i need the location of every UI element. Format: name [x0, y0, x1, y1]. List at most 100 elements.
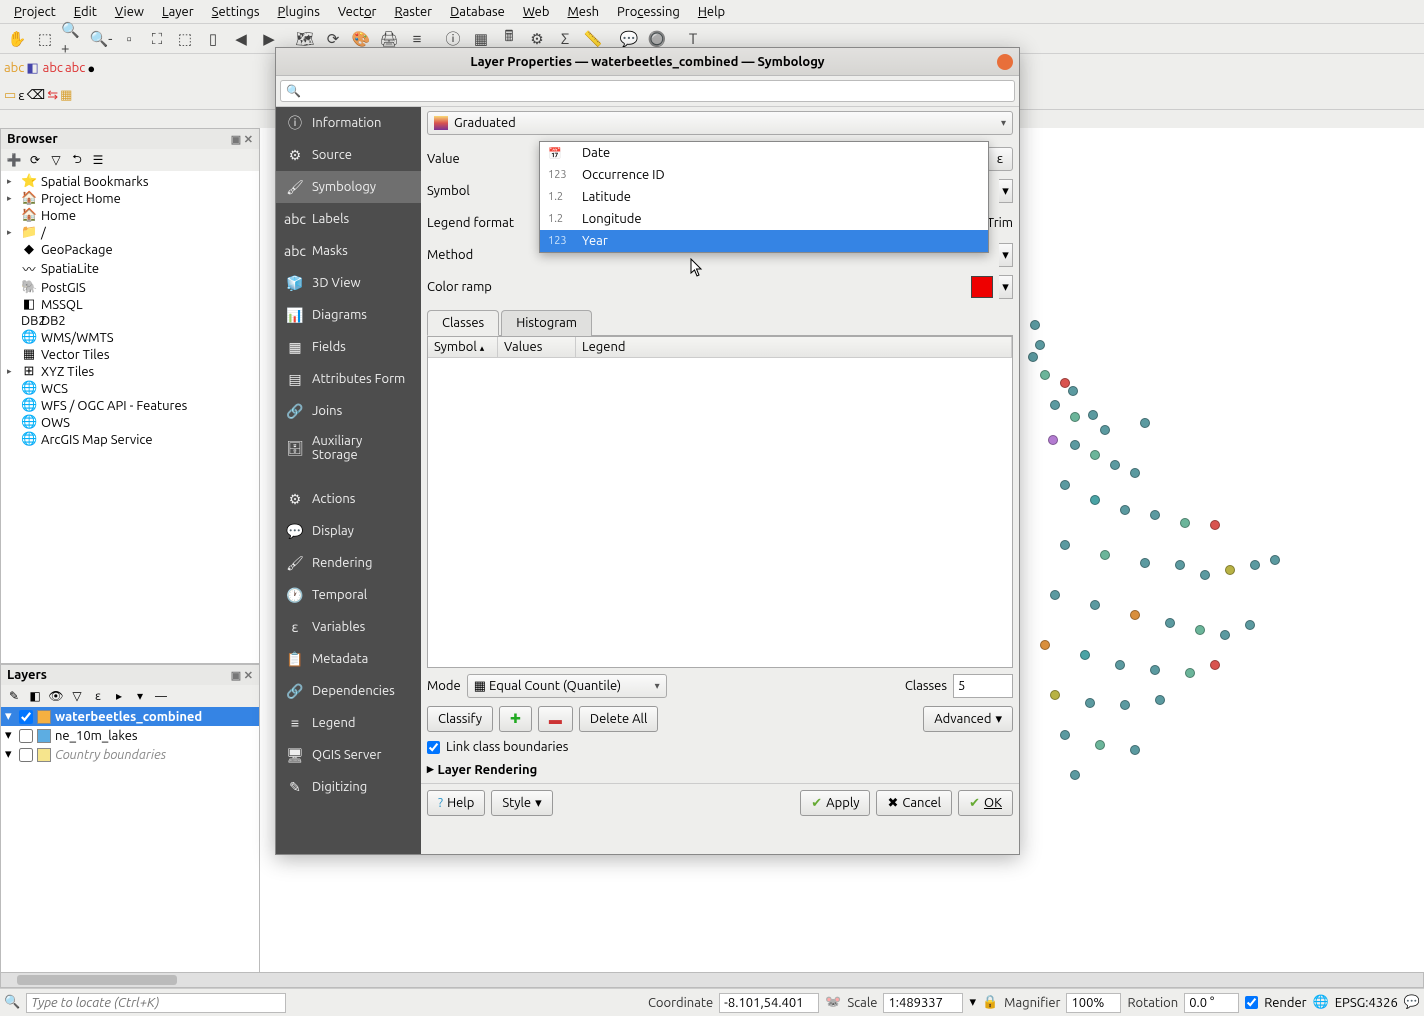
collapse-all-icon[interactable]: ▾ [131, 687, 149, 705]
zoom-full-tool[interactable]: ⛶ [144, 26, 170, 52]
crs-icon[interactable]: 🌐 [1313, 995, 1329, 1010]
classes-table[interactable]: Symbol ▴ Values Legend [427, 336, 1013, 668]
menu-database[interactable]: Database [442, 2, 513, 22]
nav-labels[interactable]: abcLabels [276, 203, 421, 235]
menu-plugins[interactable]: Plugins [270, 2, 328, 22]
add-layer-icon[interactable]: ➕ [5, 151, 23, 169]
dropdown-item[interactable]: 1.2Longitude [540, 208, 988, 230]
extents-icon[interactable]: 🐭 [825, 995, 841, 1010]
nav-information[interactable]: ⓘInformation [276, 107, 421, 139]
nav-qgis-server[interactable]: 🖥QGIS Server [276, 739, 421, 771]
browser-tree[interactable]: ▸⭐Spatial Bookmarks▸🏠Project Home 🏠Home▸… [1, 171, 259, 663]
tree-item[interactable]: ▸🏠Project Home [1, 190, 259, 207]
layer-row[interactable]: ▾ne_10m_lakes [1, 726, 259, 745]
tree-item[interactable]: 🌐WFS / OGC API - Features [1, 397, 259, 414]
pin-label-tool[interactable]: abc [65, 61, 85, 75]
lock-icon[interactable]: 🔒 [982, 995, 998, 1010]
classify-button[interactable]: Classify [427, 706, 493, 732]
dialog-close-icon[interactable] [997, 54, 1013, 70]
menu-settings[interactable]: Settings [204, 2, 268, 22]
add-class-button[interactable]: ✚ [499, 706, 532, 732]
help-button[interactable]: ?Help [427, 790, 485, 816]
label-tool[interactable]: abc [4, 61, 24, 75]
nav-3d-view[interactable]: 🧊3D View [276, 267, 421, 299]
nav-actions[interactable]: ⚙Actions [276, 483, 421, 515]
symbol-caret[interactable]: ▾ [999, 179, 1013, 203]
zoom-layer-tool[interactable]: ▯ [200, 26, 226, 52]
nav-dependencies[interactable]: 🔗Dependencies [276, 675, 421, 707]
nav-digitizing[interactable]: ✎Digitizing [276, 771, 421, 803]
select-rect-tool[interactable]: ▭ [4, 88, 16, 103]
nav-legend[interactable]: ≡Legend [276, 707, 421, 739]
dropdown-item[interactable]: 123Occurrence ID [540, 164, 988, 186]
expand-icon[interactable]: ▸ [110, 687, 128, 705]
render-check[interactable]: Render [1245, 996, 1306, 1010]
tree-item[interactable]: 🌐OWS [1, 414, 259, 431]
link-boundaries-check[interactable]: Link class boundaries [427, 740, 1013, 754]
style-button[interactable]: Style ▾ [491, 790, 552, 816]
layer-row[interactable]: ▾waterbeetles_combined [1, 707, 259, 726]
th-legend[interactable]: Legend [576, 337, 1012, 357]
menu-vector[interactable]: Vector [330, 2, 385, 22]
menu-edit[interactable]: Edit [66, 2, 105, 22]
nav-auxiliary-storage[interactable]: 🗄Auxiliary Storage [276, 427, 421, 469]
mode-combo[interactable]: ▦ Equal Count (Quantile) ▾ [467, 674, 667, 698]
expression-button[interactable]: ε [987, 147, 1013, 171]
scale-caret-icon[interactable]: ▾ [969, 995, 976, 1010]
remove-layer-icon[interactable]: — [152, 687, 170, 705]
tree-item[interactable]: 🏠Home [1, 207, 259, 224]
method-caret[interactable]: ▾ [999, 243, 1013, 267]
cancel-button[interactable]: ✖Cancel [876, 790, 952, 816]
add-group-icon[interactable]: ◧ [26, 687, 44, 705]
collapse-icon[interactable]: ⮌ [68, 151, 86, 169]
refresh-icon[interactable]: ⟳ [26, 151, 44, 169]
zoom-in-tool[interactable]: 🔍+ [60, 26, 86, 52]
dialog-search-input[interactable] [280, 80, 1015, 102]
invert-select-tool[interactable]: ⇆ [47, 88, 58, 103]
tree-item[interactable]: ▸⊞XYZ Tiles [1, 363, 259, 380]
menu-help[interactable]: Help [690, 2, 733, 22]
menu-view[interactable]: View [107, 2, 152, 22]
tab-classes[interactable]: Classes [427, 310, 499, 336]
nav-fields[interactable]: ▦Fields [276, 331, 421, 363]
tree-item[interactable]: ▸📁/ [1, 224, 259, 241]
epsg-label[interactable]: EPSG:4326 [1335, 996, 1398, 1010]
highlight-tool[interactable]: abc [43, 61, 63, 75]
style-icon[interactable]: ✎ [5, 687, 23, 705]
dialog-nav[interactable]: ⓘInformation⚙Source🖌SymbologyabcLabelsab… [276, 107, 421, 854]
tree-item[interactable]: ◆GeoPackage [1, 241, 259, 258]
hide-label-tool[interactable]: ● [87, 61, 95, 76]
advanced-button[interactable]: Advanced ▾ [923, 706, 1013, 732]
tree-item[interactable]: 🐘PostGIS [1, 279, 259, 296]
diagram-tool[interactable]: ◧ [26, 61, 38, 76]
nav-source[interactable]: ⚙Source [276, 139, 421, 171]
pan-tool[interactable]: ✋ [4, 26, 30, 52]
apply-button[interactable]: ✔Apply [800, 790, 870, 816]
coord-input[interactable] [719, 993, 819, 1013]
delete-all-button[interactable]: Delete All [579, 706, 658, 732]
remove-class-button[interactable]: ▬ [538, 706, 573, 732]
layer-row[interactable]: ▾Country boundaries [1, 745, 259, 764]
th-values[interactable]: Values [498, 337, 576, 357]
nav-temporal[interactable]: 🕐Temporal [276, 579, 421, 611]
dropdown-item[interactable]: 123Year [540, 230, 988, 252]
tree-item[interactable]: 〰SpatiaLite [1, 258, 259, 279]
nav-symbology[interactable]: 🖌Symbology [276, 171, 421, 203]
filter-icon[interactable]: ▽ [47, 151, 65, 169]
nav-attributes-form[interactable]: ▤Attributes Form [276, 363, 421, 395]
nav-joins[interactable]: 🔗Joins [276, 395, 421, 427]
select-all-tool[interactable]: ▦ [60, 88, 72, 103]
visibility-icon[interactable]: 👁 [47, 687, 65, 705]
nav-diagrams[interactable]: 📊Diagrams [276, 299, 421, 331]
th-symbol[interactable]: Symbol [434, 340, 477, 354]
menu-raster[interactable]: Raster [386, 2, 440, 22]
ramp-caret[interactable]: ▾ [999, 275, 1013, 299]
tree-item[interactable]: ▦Vector Tiles [1, 346, 259, 363]
h-scrollbar[interactable] [0, 972, 1424, 988]
menu-web[interactable]: Web [515, 2, 558, 22]
dialog-titlebar[interactable]: Layer Properties — waterbeetles_combined… [276, 48, 1019, 76]
menu-processing[interactable]: Processing [609, 2, 688, 22]
layers-list[interactable]: ▾waterbeetles_combined▾ne_10m_lakes▾Coun… [1, 707, 259, 987]
nav-variables[interactable]: εVariables [276, 611, 421, 643]
tab-histogram[interactable]: Histogram [501, 310, 592, 336]
